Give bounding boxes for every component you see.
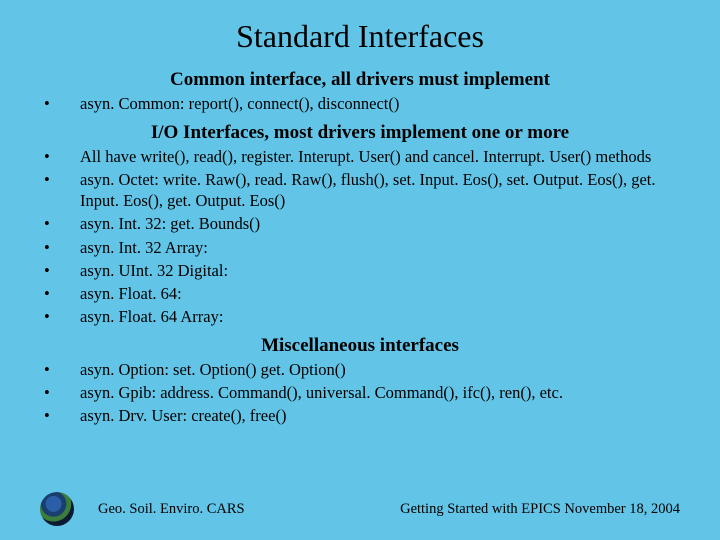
bullet-dot: • <box>40 169 80 211</box>
footer-left: Geo. Soil. Enviro. CARS <box>98 501 245 518</box>
bullet-dot: • <box>40 283 80 304</box>
slide-body: Standard Interfaces Common interface, al… <box>0 0 720 426</box>
bullet-text: asyn. Option: set. Option() get. Option(… <box>80 359 680 380</box>
bullet-text: asyn. Float. 64 Array: <box>80 306 680 327</box>
bullet-list-io: •All have write(), read(), register. Int… <box>40 146 680 327</box>
slide-footer: Geo. Soil. Enviro. CARS Getting Started … <box>0 492 720 526</box>
list-item: •asyn. Drv. User: create(), free() <box>40 405 680 426</box>
list-item: •asyn. UInt. 32 Digital: <box>40 260 680 281</box>
bullet-text: asyn. Octet: write. Raw(), read. Raw(), … <box>80 169 680 211</box>
list-item: •asyn. Int. 32 Array: <box>40 237 680 258</box>
list-item: •asyn. Gpib: address. Command(), univers… <box>40 382 680 403</box>
bullet-text: asyn. UInt. 32 Digital: <box>80 260 680 281</box>
bullet-dot: • <box>40 382 80 403</box>
list-item: •asyn. Octet: write. Raw(), read. Raw(),… <box>40 169 680 211</box>
bullet-text: asyn. Int. 32 Array: <box>80 237 680 258</box>
bullet-dot: • <box>40 93 80 114</box>
bullet-text: asyn. Float. 64: <box>80 283 680 304</box>
bullet-text: asyn. Int. 32: get. Bounds() <box>80 213 680 234</box>
bullet-dot: • <box>40 237 80 258</box>
bullet-dot: • <box>40 213 80 234</box>
bullet-text: asyn. Common: report(), connect(), disco… <box>80 93 680 114</box>
list-item: •asyn. Float. 64: <box>40 283 680 304</box>
bullet-dot: • <box>40 146 80 167</box>
list-item: •All have write(), read(), register. Int… <box>40 146 680 167</box>
list-item: •asyn. Float. 64 Array: <box>40 306 680 327</box>
list-item: •asyn. Common: report(), connect(), disc… <box>40 93 680 114</box>
bullet-dot: • <box>40 405 80 426</box>
bullet-dot: • <box>40 260 80 281</box>
section-heading-common: Common interface, all drivers must imple… <box>40 69 680 91</box>
earth-icon <box>40 492 74 526</box>
bullet-list-common: •asyn. Common: report(), connect(), disc… <box>40 93 680 114</box>
bullet-dot: • <box>40 306 80 327</box>
slide-title: Standard Interfaces <box>40 18 680 55</box>
footer-right: Getting Started with EPICS November 18, … <box>400 501 680 518</box>
list-item: •asyn. Int. 32: get. Bounds() <box>40 213 680 234</box>
bullet-text: asyn. Gpib: address. Command(), universa… <box>80 382 680 403</box>
section-heading-io: I/O Interfaces, most drivers implement o… <box>40 122 680 144</box>
list-item: •asyn. Option: set. Option() get. Option… <box>40 359 680 380</box>
bullet-list-misc: •asyn. Option: set. Option() get. Option… <box>40 359 680 426</box>
bullet-text: asyn. Drv. User: create(), free() <box>80 405 680 426</box>
bullet-text: All have write(), read(), register. Inte… <box>80 146 680 167</box>
bullet-dot: • <box>40 359 80 380</box>
section-heading-misc: Miscellaneous interfaces <box>40 335 680 357</box>
